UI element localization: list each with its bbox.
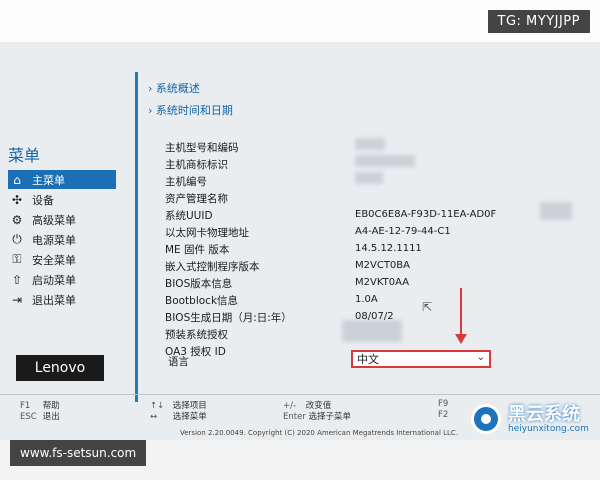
sidebar-item-label: 设备 bbox=[32, 193, 54, 207]
lock-icon: ⚿ bbox=[12, 252, 22, 266]
brand-name-cn: 黑云系统 bbox=[508, 404, 580, 425]
red-arrow-icon bbox=[455, 334, 467, 344]
redacted-value bbox=[355, 155, 415, 167]
help-enter-submenu: Enter 选择子菜单 bbox=[283, 412, 352, 422]
row-label-me-firmware: ME 固件 版本 bbox=[165, 244, 230, 256]
link-system-time-date[interactable]: › 系统时间和日期 bbox=[148, 102, 233, 118]
devices-icon: ✣ bbox=[11, 192, 23, 207]
redacted-value bbox=[355, 172, 383, 184]
footer-divider bbox=[0, 394, 600, 395]
value-mac: A4-AE-12-79-44-C1 bbox=[355, 226, 451, 237]
sidebar-item-devices[interactable]: ✣ 设备 bbox=[8, 190, 116, 209]
help-f9: F9 bbox=[438, 399, 449, 409]
home-icon: ⌂ bbox=[13, 172, 21, 187]
row-label-uuid: 系统UUID bbox=[165, 210, 213, 222]
sidebar-item-label: 启动菜单 bbox=[32, 273, 76, 287]
value-bios-version: M2VKT0AA bbox=[355, 277, 410, 288]
boot-icon: ⇧ bbox=[11, 272, 23, 287]
value-me-firmware: 14.5.12.1111 bbox=[355, 243, 422, 254]
chevron-down-icon: ⌄ bbox=[476, 352, 485, 363]
sidebar-item-exit[interactable]: ⇥ 退出菜单 bbox=[8, 290, 116, 309]
link-label: 系统时间和日期 bbox=[155, 104, 233, 117]
sidebar-item-main[interactable]: ⌂ 主菜单 bbox=[8, 170, 116, 189]
sidebar: 菜单 ⌂ 主菜单 ✣ 设备 ⚙ 高级菜单 ⏻ 电源菜单 ⚿ 安全菜单 ⇧ 启动菜… bbox=[0, 42, 130, 397]
row-label-asset: 资产管理名称 bbox=[165, 193, 228, 205]
sidebar-item-advanced[interactable]: ⚙ 高级菜单 bbox=[8, 210, 116, 229]
sidebar-item-boot[interactable]: ⇧ 启动菜单 bbox=[8, 270, 116, 289]
exit-icon: ⇥ bbox=[11, 292, 23, 307]
value-bios-date: 08/07/2 bbox=[355, 311, 394, 322]
row-label-bios-date: BIOS生成日期（月:日:年） bbox=[165, 312, 292, 324]
brand-name-en: heiyunxitong.com bbox=[508, 424, 589, 434]
version-copyright: Version 2.20.0049. Copyright (C) 2020 Am… bbox=[180, 429, 459, 437]
row-label-model: 主机型号和编码 bbox=[165, 142, 239, 154]
language-label: 语言 bbox=[168, 356, 189, 368]
red-arrow-shaft bbox=[460, 288, 462, 336]
language-value: 中文 bbox=[357, 353, 379, 366]
row-label-serial: 主机编号 bbox=[165, 176, 207, 188]
value-bootblock: 1.0A bbox=[355, 294, 378, 305]
sidebar-item-label: 安全菜单 bbox=[32, 253, 76, 267]
chevron-right-icon: › bbox=[148, 82, 153, 95]
link-system-overview[interactable]: › 系统概述 bbox=[148, 80, 200, 96]
divider-line bbox=[135, 72, 138, 402]
sidebar-item-security[interactable]: ⚿ 安全菜单 bbox=[8, 250, 116, 269]
redacted-value bbox=[342, 320, 402, 342]
value-ec-version: M2VCT0BA bbox=[355, 260, 410, 271]
sidebar-item-label: 电源菜单 bbox=[32, 233, 76, 247]
lenovo-logo: Lenovo bbox=[16, 355, 104, 381]
value-uuid: EB0C6E8A-F93D-11EA-AD0F bbox=[355, 209, 497, 220]
bios-screen: 菜单 ⌂ 主菜单 ✣ 设备 ⚙ 高级菜单 ⏻ 电源菜单 ⚿ 安全菜单 ⇧ 启动菜… bbox=[0, 42, 600, 440]
row-label-mac: 以太网卡物理地址 bbox=[165, 227, 249, 239]
sidebar-item-label: 高级菜单 bbox=[32, 213, 76, 227]
sidebar-item-power[interactable]: ⏻ 电源菜单 bbox=[8, 230, 116, 249]
row-label-os-license: 预装系统授权 bbox=[165, 329, 228, 341]
tg-watermark-badge: TG: MYYJJPP bbox=[487, 10, 590, 33]
help-f2: F2 bbox=[438, 410, 449, 420]
row-label-bootblock: Bootblock信息 bbox=[165, 295, 239, 307]
help-esc: ESC 退出 bbox=[20, 412, 60, 422]
heiyun-watermark-logo: 黑云系统 heiyunxitong.com bbox=[468, 398, 596, 440]
chevron-right-icon: › bbox=[148, 104, 153, 117]
menu-title: 菜单 bbox=[8, 146, 41, 165]
brand-circle-icon bbox=[471, 404, 501, 434]
help-select-menu: ↔ 选择菜单 bbox=[150, 412, 207, 422]
link-label: 系统概述 bbox=[155, 82, 200, 95]
language-select[interactable]: 中文 ⌄ bbox=[351, 350, 491, 368]
sidebar-item-label: 退出菜单 bbox=[32, 293, 76, 307]
row-label-ec-version: 嵌入式控制程序版本 bbox=[165, 261, 260, 273]
redacted-value bbox=[540, 202, 572, 220]
row-label-bios-version: BIOS版本信息 bbox=[165, 278, 233, 290]
row-label-brand: 主机商标标识 bbox=[165, 159, 228, 171]
sidebar-item-label: 主菜单 bbox=[32, 173, 65, 187]
gear-icon: ⚙ bbox=[11, 212, 23, 227]
redacted-value bbox=[355, 138, 385, 150]
power-icon: ⏻ bbox=[12, 232, 22, 246]
mouse-cursor-icon: ⇱ bbox=[422, 300, 433, 314]
site-watermark-badge: www.fs-setsun.com bbox=[10, 440, 147, 466]
